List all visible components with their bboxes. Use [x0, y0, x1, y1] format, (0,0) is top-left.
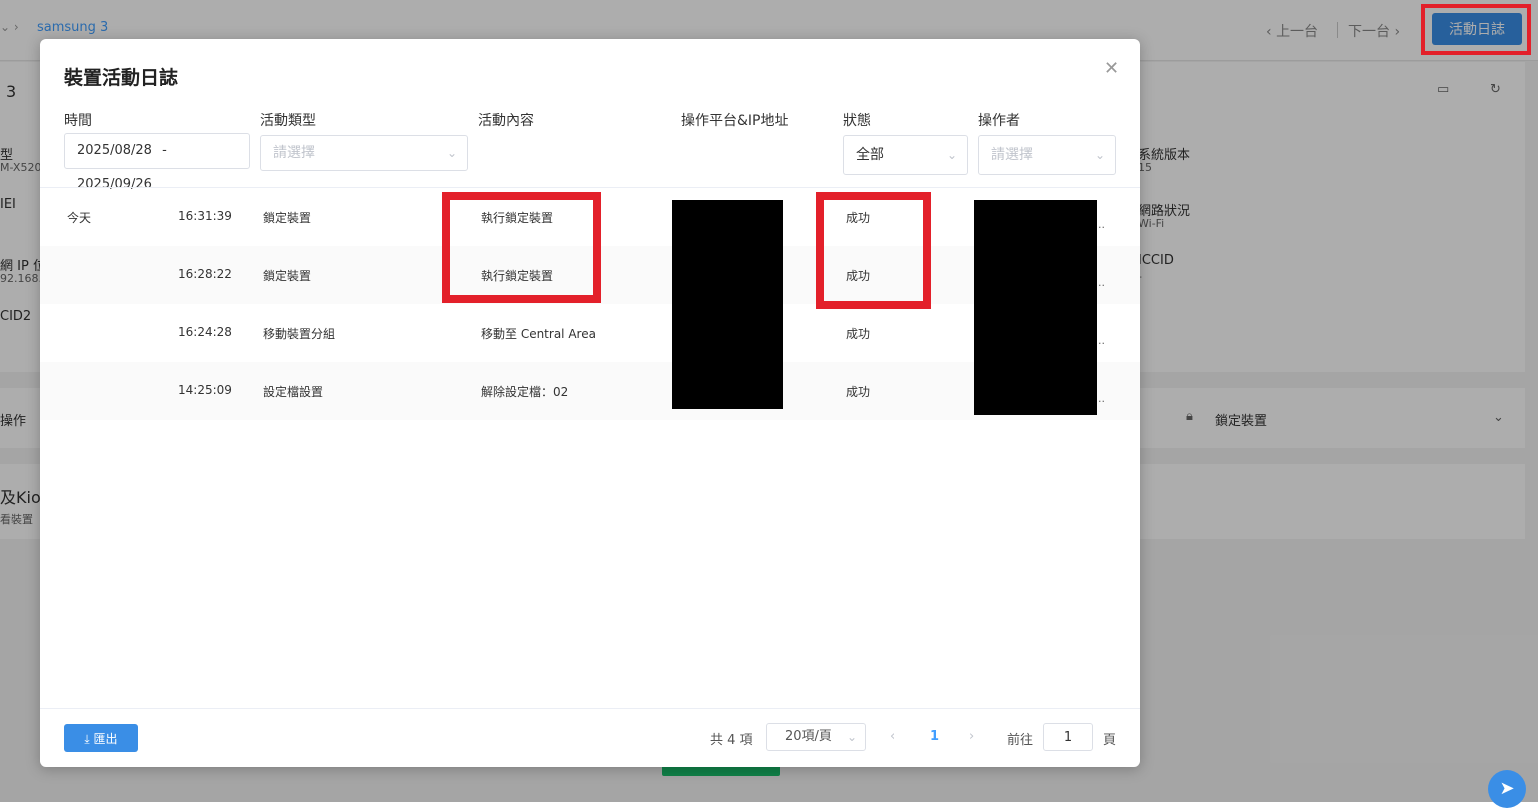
paper-plane-icon[interactable]: ➤	[1488, 770, 1526, 808]
time-filter-label: 時間	[64, 113, 92, 129]
row-status: 成功	[846, 385, 871, 399]
row-type: 移動裝置分組	[263, 327, 336, 341]
platform-filter-label: 操作平台&IP地址	[681, 113, 789, 129]
export-button[interactable]: ⤓ 匯出	[64, 724, 138, 752]
page-size-select[interactable]: 20項/頁 ⌄	[766, 723, 866, 751]
status-select-value: 全部	[856, 147, 884, 163]
activity-log-dialog: 裝置活動日誌 ✕ 時間 活動類型 活動內容 操作平台&IP地址 狀態 操作者 2…	[40, 39, 1140, 767]
page-unit-label: 頁	[1103, 733, 1117, 748]
highlight-box-status	[816, 192, 931, 309]
operator-filter-label: 操作者	[978, 113, 1020, 129]
chevron-down-icon: ⌄	[446, 146, 457, 160]
activity-type-select[interactable]: 請選擇 ⌄	[260, 135, 468, 171]
date-start: 2025/08/28	[77, 143, 152, 158]
row-type: 鎖定裝置	[263, 211, 312, 225]
row-ellipsis: ..	[1098, 392, 1105, 405]
redacted-platform-ip	[672, 200, 783, 409]
row-time: 16:28:22	[178, 267, 232, 281]
row-type: 鎖定裝置	[263, 269, 312, 283]
activity-type-placeholder: 請選擇	[273, 145, 315, 161]
date-range-picker[interactable]: 2025/08/28 - 2025/09/26	[64, 133, 250, 192]
chevron-down-icon: ⌄	[946, 148, 957, 162]
dialog-title: 裝置活動日誌	[64, 67, 179, 89]
row-time: 14:25:09	[178, 383, 232, 397]
type-filter-label: 活動類型	[260, 113, 316, 129]
content-filter-label: 活動內容	[478, 113, 534, 129]
row-content: 解除設定檔：02	[481, 385, 569, 399]
operator-placeholder: 請選擇	[991, 147, 1033, 163]
download-icon: ⤓	[84, 731, 94, 746]
status-select[interactable]: 全部 ⌄	[843, 135, 968, 175]
chevron-left-icon[interactable]: ‹	[890, 729, 895, 744]
row-ellipsis: ..	[1098, 334, 1105, 347]
highlight-box-content	[442, 192, 601, 303]
chevron-right-icon[interactable]: ›	[969, 729, 974, 744]
highlight-box-activity-log	[1421, 4, 1531, 55]
row-ellipsis: ..	[1098, 276, 1105, 289]
goto-page-input[interactable]	[1043, 723, 1093, 751]
redacted-operator	[974, 200, 1097, 415]
row-content: 移動至 Central Area	[481, 327, 596, 341]
date-separator: -	[162, 143, 167, 158]
status-filter-label: 狀態	[843, 113, 871, 129]
total-count: 共 4 項	[710, 733, 753, 748]
footer-divider	[40, 708, 1140, 709]
page-size-value: 20項/頁	[785, 729, 832, 744]
row-day: 今天	[67, 211, 92, 225]
chevron-down-icon: ⌄	[846, 730, 857, 744]
close-icon[interactable]: ✕	[1104, 58, 1119, 79]
row-ellipsis: ..	[1098, 218, 1105, 231]
goto-label: 前往	[1007, 733, 1034, 748]
chevron-down-icon: ⌄	[1094, 148, 1105, 162]
row-time: 16:31:39	[178, 209, 232, 223]
current-page[interactable]: 1	[930, 729, 939, 744]
row-type: 設定檔設置	[263, 385, 324, 399]
row-time: 16:24:28	[178, 325, 232, 339]
operator-select[interactable]: 請選擇 ⌄	[978, 135, 1116, 175]
row-status: 成功	[846, 327, 871, 341]
